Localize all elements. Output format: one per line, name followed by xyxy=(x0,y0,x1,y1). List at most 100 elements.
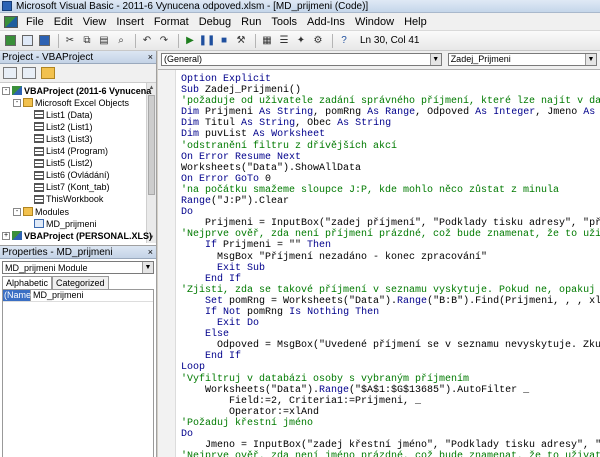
tab-alphabetic[interactable]: Alphabetic xyxy=(2,276,53,289)
excel-vba-icon[interactable] xyxy=(4,15,18,28)
chevron-down-icon[interactable]: ▼ xyxy=(585,53,596,65)
code-line[interactable]: Exit Do xyxy=(181,318,600,329)
insert-module-icon[interactable] xyxy=(20,34,34,48)
code-line[interactable]: Worksheets("Data").Range("$A$1:$G$13685"… xyxy=(181,385,600,396)
code-editor[interactable]: Option Explicit Sub Zadej_Prijmeni()'poža… xyxy=(158,69,600,457)
paste-icon[interactable]: ▤ xyxy=(97,34,111,48)
menu-debug[interactable]: Debug xyxy=(194,13,236,31)
tree-node[interactable]: MD_prijmeni xyxy=(24,218,97,229)
collapse-icon[interactable]: - xyxy=(13,207,21,216)
close-icon[interactable]: × xyxy=(148,246,156,259)
property-value[interactable]: MD_prijmeni xyxy=(31,290,84,301)
menu-add-ins[interactable]: Add-Ins xyxy=(302,13,350,31)
menu-help[interactable]: Help xyxy=(399,13,432,31)
code-line[interactable]: Worksheets("Data").ShowAllData xyxy=(181,163,600,174)
tree-node[interactable]: List3 (List3) xyxy=(24,133,93,144)
menu-view[interactable]: View xyxy=(78,13,112,31)
tree-node[interactable]: List7 (Kont_tab) xyxy=(24,182,110,193)
menu-format[interactable]: Format xyxy=(149,13,194,31)
code-comment-line[interactable]: 'Vyfiltruj v databázi osoby s vybraným p… xyxy=(181,374,600,385)
run-icon[interactable]: ▶ xyxy=(183,34,197,48)
code-comment-line[interactable]: 'odstranění filtru z dřívějších akcí xyxy=(181,141,600,152)
code-comment-line[interactable]: 'Požaduj křestní jméno xyxy=(181,418,600,429)
code-line[interactable]: Do xyxy=(181,429,600,440)
chevron-down-icon[interactable]: ▼ xyxy=(429,53,441,65)
code-line[interactable]: End If xyxy=(181,274,600,285)
code-line[interactable]: Option Explicit xyxy=(181,74,600,85)
tree-node[interactable]: ThisWorkbook xyxy=(24,194,103,205)
tree-node[interactable]: - Microsoft Excel Objects xyxy=(13,97,129,108)
menu-insert[interactable]: Insert xyxy=(111,13,149,31)
code-comment-line[interactable]: 'Zjisti, zda se takové příjmení v seznam… xyxy=(181,285,600,296)
find-icon[interactable]: ⌕ xyxy=(114,34,128,48)
menu-run[interactable]: Run xyxy=(236,13,266,31)
project-explorer-icon[interactable]: ▦ xyxy=(260,34,274,48)
code-line[interactable]: Do xyxy=(181,207,600,218)
tree-node[interactable]: - Modules xyxy=(13,206,69,217)
code-line[interactable]: MsgBox "Příjmení nezadáno - konec zpraco… xyxy=(181,252,600,263)
tree-node[interactable]: List1 (Data) xyxy=(24,109,93,120)
code-line[interactable]: Else xyxy=(181,329,600,340)
close-icon[interactable]: × xyxy=(148,51,156,64)
tree-node[interactable]: - VBAProject (2011-6 Vynucena xyxy=(2,85,151,96)
design-mode-icon[interactable]: ⚒ xyxy=(234,34,248,48)
code-line[interactable]: Dim Titul As String, Obec As String xyxy=(181,118,600,129)
code-comment-line[interactable]: 'Nejprve ověř, zda není příjmení prázdné… xyxy=(181,229,600,240)
code-line[interactable]: If Not pomRng Is Nothing Then xyxy=(181,307,600,318)
margin-indicator-bar[interactable] xyxy=(158,70,176,457)
code-comment-line[interactable]: 'Nejprve ověř, zda není jméno prázdné, c… xyxy=(181,451,600,457)
code-line[interactable]: If Prijmeni = "" Then xyxy=(181,240,600,251)
toggle-folders-icon[interactable] xyxy=(41,67,55,79)
save-icon[interactable] xyxy=(37,34,51,48)
code-line[interactable]: Operator:=xlAnd xyxy=(181,407,600,418)
tree-node[interactable]: List5 (List2) xyxy=(24,158,93,169)
collapse-icon[interactable]: - xyxy=(2,86,10,95)
expand-icon[interactable]: + xyxy=(2,231,10,240)
object-browser-icon[interactable]: ✦ xyxy=(294,34,308,48)
code-line[interactable]: On Error GoTo 0 xyxy=(181,174,600,185)
view-excel-icon[interactable] xyxy=(3,34,17,48)
toolbox-icon[interactable]: ⚙ xyxy=(311,34,325,48)
menu-edit[interactable]: Edit xyxy=(49,13,78,31)
properties-window-icon[interactable]: ☰ xyxy=(277,34,291,48)
code-line[interactable]: Field:=2, Criteria1:=Prijmeni, _ xyxy=(181,396,600,407)
cut-icon[interactable]: ✂ xyxy=(63,34,77,48)
scrollbar-thumb[interactable] xyxy=(148,95,155,195)
code-line[interactable]: Prijmeni = InputBox("zadej příjmení", "P… xyxy=(181,218,600,229)
break-icon[interactable]: ❚❚ xyxy=(199,34,216,48)
tab-categorized[interactable]: Categorized xyxy=(52,276,109,289)
collapse-icon[interactable]: - xyxy=(13,98,21,107)
reset-icon[interactable]: ■ xyxy=(217,34,231,48)
code-line[interactable]: End If xyxy=(181,351,600,362)
copy-icon[interactable]: ⧉ xyxy=(80,34,94,48)
code-line[interactable]: Dim puvList As Worksheet xyxy=(181,129,600,140)
menu-tools[interactable]: Tools xyxy=(266,13,302,31)
tree-node[interactable]: List4 (Program) xyxy=(24,146,108,157)
object-dropdown[interactable]: (General) ▼ xyxy=(161,52,442,66)
code-line[interactable]: Dim Prijmeni As String, pomRng As Range,… xyxy=(181,107,600,118)
tree-scrollbar[interactable]: ▲ ▼ xyxy=(146,83,156,243)
code-line[interactable]: Odpoved = MsgBox("Uvedené příjmení se v … xyxy=(181,340,600,351)
code-comment-line[interactable]: 'požaduje od uživatele zadání správného … xyxy=(181,96,600,107)
code-line[interactable]: Set pomRng = Worksheets("Data").Range("B… xyxy=(181,296,600,307)
code-line[interactable]: Exit Sub xyxy=(181,263,600,274)
procedure-dropdown[interactable]: Zadej_Prijmeni ▼ xyxy=(447,52,597,66)
chevron-down-icon[interactable]: ▼ xyxy=(142,262,153,273)
view-code-icon[interactable] xyxy=(3,67,17,79)
undo-icon[interactable]: ↶ xyxy=(140,34,154,48)
object-select[interactable]: MD_prijmeni Module ▼ xyxy=(2,261,154,274)
code-line[interactable]: Loop xyxy=(181,362,600,373)
tree-node[interactable]: List6 (Ovládání) xyxy=(24,170,110,181)
redo-icon[interactable]: ↷ xyxy=(157,34,171,48)
code-line[interactable]: Sub Zadej_Prijmeni() xyxy=(181,85,600,96)
property-row-name[interactable]: (Name) MD_prijmeni xyxy=(3,290,153,302)
tree-node[interactable]: + VBAProject (PERSONAL.XLS) xyxy=(2,230,152,241)
code-line[interactable]: Jmeno = InputBox("zadej křestní jméno", … xyxy=(181,440,600,451)
view-object-icon[interactable] xyxy=(22,67,36,79)
code-comment-line[interactable]: 'na počátku smažeme sloupce J:P, kde moh… xyxy=(181,185,600,196)
menu-window[interactable]: Window xyxy=(350,13,399,31)
code-line[interactable]: On Error Resume Next xyxy=(181,152,600,163)
code-line[interactable]: Range("J:P").Clear xyxy=(181,196,600,207)
menu-file[interactable]: File xyxy=(21,13,49,31)
help-icon[interactable]: ? xyxy=(337,34,351,48)
